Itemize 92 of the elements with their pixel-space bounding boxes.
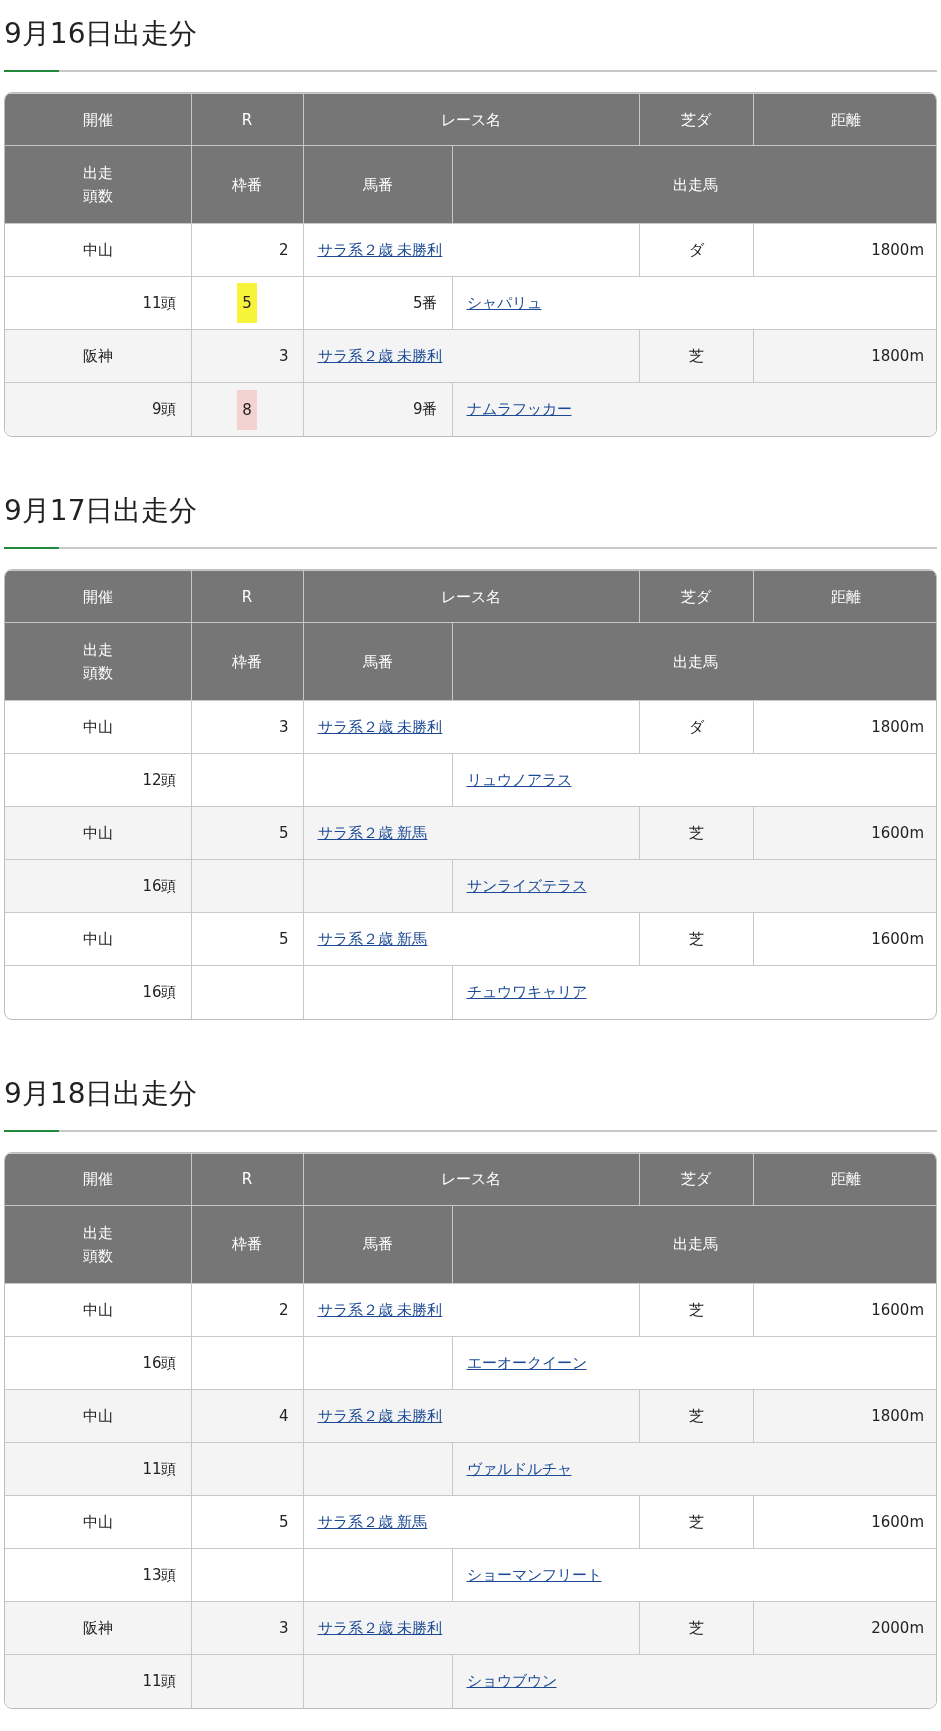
horse-link[interactable]: リュウノアラス xyxy=(466,771,572,790)
table-cell: 12頭 xyxy=(5,753,191,807)
horse-link[interactable]: ショウブウン xyxy=(466,1672,557,1691)
frame-number: 8 xyxy=(237,389,257,430)
column-header: 距離 xyxy=(753,570,936,623)
column-header: 芝ダ xyxy=(639,93,753,146)
table-cell: 中山 xyxy=(5,700,191,754)
race-link[interactable]: サラ系２歳 未勝利 xyxy=(317,1406,443,1425)
table-cell: 3 xyxy=(191,1601,303,1655)
table-cell: 中山 xyxy=(5,1495,191,1549)
table-cell: 9番 xyxy=(303,382,452,436)
column-header: R xyxy=(191,1153,303,1206)
table-cell: 16頭 xyxy=(5,1336,191,1390)
table-cell: 芝 xyxy=(639,329,753,383)
horse-link[interactable]: シャパリュ xyxy=(466,294,542,313)
column-header: 距離 xyxy=(753,1153,936,1206)
column-header: 開催 xyxy=(5,93,191,146)
race-link[interactable]: サラ系２歳 未勝利 xyxy=(317,1300,443,1319)
table-cell: 中山 xyxy=(5,912,191,966)
column-header: 出走頭数 xyxy=(82,640,114,684)
column-header: 馬番 xyxy=(303,1205,452,1284)
table-cell: 2 xyxy=(191,223,303,277)
section-heading: 9月17日出走分 xyxy=(4,492,199,529)
horse-link[interactable]: チュウワキャリア xyxy=(466,983,587,1002)
table-cell: 16頭 xyxy=(5,859,191,913)
table-cell: 阪神 xyxy=(5,329,191,383)
column-header: 距離 xyxy=(753,93,936,146)
section-heading: 9月18日出走分 xyxy=(4,1075,199,1112)
table-cell: 芝 xyxy=(639,1283,753,1337)
race-link[interactable]: サラ系２歳 未勝利 xyxy=(317,241,443,260)
table-cell: 中山 xyxy=(5,223,191,277)
horse-link[interactable]: ヴァルドルチャ xyxy=(466,1459,572,1478)
column-header: 枠番 xyxy=(191,1205,303,1284)
column-header: 枠番 xyxy=(191,145,303,224)
table-cell: 5 xyxy=(191,806,303,860)
table-cell: 芝 xyxy=(639,1601,753,1655)
table-cell: 16頭 xyxy=(5,965,191,1019)
column-header: レース名 xyxy=(303,93,639,146)
table-cell: 中山 xyxy=(5,1389,191,1443)
horse-link[interactable]: ナムラフッカー xyxy=(466,400,572,419)
table-cell: 11頭 xyxy=(5,1442,191,1496)
race-link[interactable]: サラ系２歳 新馬 xyxy=(317,1512,428,1531)
table-cell: 11頭 xyxy=(5,1654,191,1708)
table-cell: 11頭 xyxy=(5,276,191,330)
horse-link[interactable]: ショーマンフリート xyxy=(466,1565,602,1584)
table-cell: 1600m xyxy=(753,806,936,860)
table-cell: 9頭 xyxy=(5,382,191,436)
table-cell: 13頭 xyxy=(5,1548,191,1602)
table-cell: 2 xyxy=(191,1283,303,1337)
table-cell: 3 xyxy=(191,329,303,383)
column-header: 出走馬 xyxy=(452,622,936,701)
column-header: 出走頭数 xyxy=(82,163,114,207)
table-cell: 5 xyxy=(191,912,303,966)
table-cell: 芝 xyxy=(639,1389,753,1443)
table-cell: 中山 xyxy=(5,806,191,860)
section-heading: 9月16日出走分 xyxy=(4,16,199,52)
column-header: レース名 xyxy=(303,1153,639,1206)
column-header: 枠番 xyxy=(191,622,303,701)
column-header: 開催 xyxy=(5,1153,191,1206)
column-header: 出走頭数 xyxy=(82,1223,114,1267)
horse-link[interactable]: サンライズテラス xyxy=(466,877,587,896)
horse-link[interactable]: エーオークイーン xyxy=(466,1353,587,1372)
column-header: 開催 xyxy=(5,570,191,623)
race-link[interactable]: サラ系２歳 未勝利 xyxy=(317,718,443,737)
column-header: レース名 xyxy=(303,570,639,623)
table-cell: 中山 xyxy=(5,1283,191,1337)
table-cell: 5番 xyxy=(303,276,452,330)
table-cell: 2000m xyxy=(753,1601,936,1655)
table-cell: 芝 xyxy=(639,806,753,860)
table-cell: 4 xyxy=(191,1389,303,1443)
column-header: 馬番 xyxy=(303,145,452,224)
table-cell: ダ xyxy=(639,700,753,754)
table-cell: 5 xyxy=(191,1495,303,1549)
column-header: 芝ダ xyxy=(639,1153,753,1206)
race-link[interactable]: サラ系２歳 新馬 xyxy=(317,930,428,949)
race-link[interactable]: サラ系２歳 未勝利 xyxy=(317,347,443,366)
table-cell: 1800m xyxy=(753,1389,936,1443)
column-header: 芝ダ xyxy=(639,570,753,623)
table-cell: 3 xyxy=(191,700,303,754)
table-cell: 阪神 xyxy=(5,1601,191,1655)
column-header: 出走馬 xyxy=(452,145,936,224)
race-link[interactable]: サラ系２歳 新馬 xyxy=(317,824,428,843)
column-header: R xyxy=(191,93,303,146)
table-cell: 芝 xyxy=(639,1495,753,1549)
column-header: 出走馬 xyxy=(452,1205,936,1284)
table-cell: 芝 xyxy=(639,912,753,966)
race-link[interactable]: サラ系２歳 未勝利 xyxy=(317,1618,443,1637)
table-cell: 1800m xyxy=(753,329,936,383)
frame-number: 5 xyxy=(237,283,257,324)
column-header: 馬番 xyxy=(303,622,452,701)
table-cell: ダ xyxy=(639,223,753,277)
column-header: R xyxy=(191,570,303,623)
